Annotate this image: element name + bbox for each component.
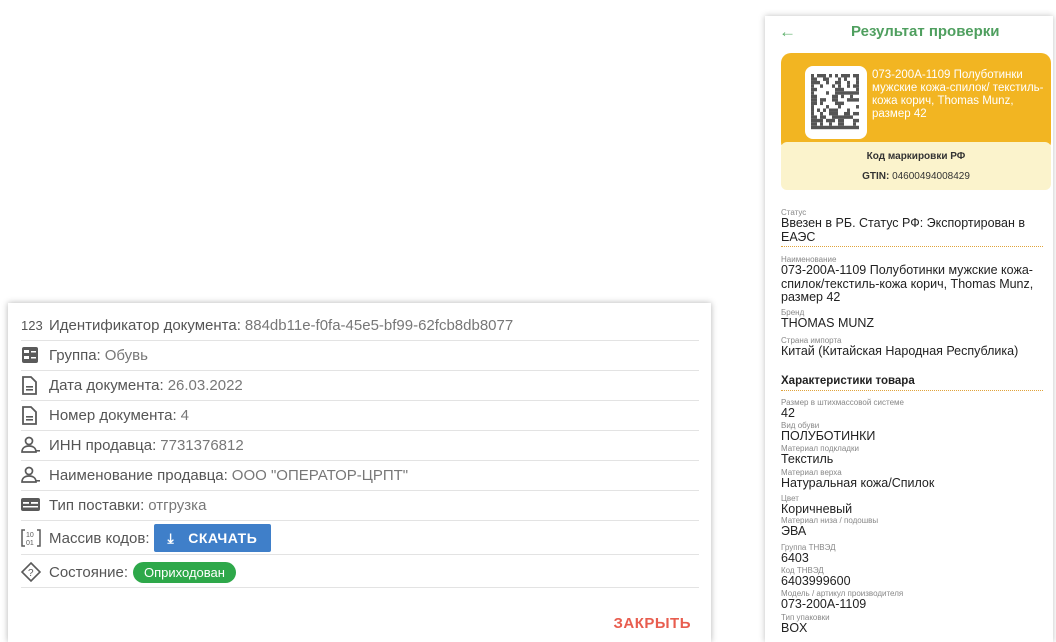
seller-name-label: Наименование продавца:: [49, 466, 228, 484]
download-button[interactable]: ⤓ СКАЧАТЬ: [153, 524, 272, 552]
row-document-number: Номер документа: 4: [21, 400, 699, 431]
field-key: Группа ТНВЭД: [781, 543, 836, 552]
field-value: Коричневый: [781, 502, 853, 516]
char-sole: Материал низа / подошвы ЭВА: [781, 516, 1043, 539]
number-icon: 123: [21, 318, 49, 332]
row-state: ? Состояние: Оприходован: [21, 557, 699, 588]
datamatrix-code-icon: [805, 66, 867, 139]
seller-name-value: ООО "ОПЕРАТОР-ЦРПТ": [231, 466, 409, 484]
download-icon: ⤓: [167, 529, 175, 546]
card-icon: [21, 498, 49, 512]
field-value: Текстиль: [781, 452, 834, 466]
char-shoe-type: Вид обуви ПОЛУБОТИНКИ: [781, 421, 1043, 444]
field-value: Китай (Китайская Народная Республика): [781, 344, 1019, 358]
marking-code-title: Код маркировки РФ: [866, 151, 966, 162]
characteristics-heading: Характеристики товара: [781, 375, 1043, 391]
gtin-value: 04600494008429: [892, 171, 970, 182]
svg-text:01: 01: [26, 540, 34, 547]
document-date-value: 26.03.2022: [167, 376, 243, 394]
field-status: Статус Ввезен в РБ. Статус РФ: Экспортир…: [781, 208, 1043, 247]
field-value: ЭВА: [781, 524, 807, 538]
row-seller-inn: ИНН продавца: 7731376812: [21, 430, 699, 461]
row-delivery-type: Тип поставки: отгрузка: [21, 490, 699, 521]
row-document-id: 123 Идентификатор документа: 884db11e-f0…: [21, 310, 699, 341]
delivery-type-label: Тип поставки:: [49, 496, 145, 514]
seller-inn-label: ИНН продавца:: [49, 436, 157, 454]
field-value: Ввезен в РБ. Статус РФ: Экспортирован в …: [781, 216, 1025, 244]
state-badge: Оприходован: [133, 561, 236, 583]
seller-inn-value: 7731376812: [160, 436, 244, 454]
document-date-label: Дата документа:: [49, 376, 164, 394]
field-value: Натуральная кожа/Спилок: [781, 476, 935, 490]
document-number-value: 4: [180, 406, 189, 424]
row-group: Группа: Обувь: [21, 340, 699, 371]
field-value: 073-200A-1109: [781, 597, 867, 611]
row-codes: 10 01 Массив кодов: ⤓ СКАЧАТЬ: [21, 522, 699, 555]
row-document-date: Дата документа: 26.03.2022: [21, 370, 699, 401]
page-title: Результат проверки: [851, 23, 1000, 40]
char-package: Тип упаковки BOX: [781, 613, 1043, 636]
svg-text:10: 10: [26, 532, 34, 539]
field-name: Наименование 073-200A-1109 Полуботинки м…: [781, 255, 1043, 305]
field-value: 6403: [781, 551, 809, 565]
gtin-label: GTIN:: [862, 171, 890, 182]
product-card: 073-200A-1109 Полуботинки мужские кожа-с…: [781, 53, 1051, 152]
svg-text:123: 123: [21, 318, 43, 332]
field-key: Тип упаковки: [781, 613, 830, 622]
field-import-country: Страна импорта Китай (Китайская Народная…: [781, 336, 1043, 359]
document-number-label: Номер документа:: [49, 406, 177, 424]
document-id-value: 884db11e-f0fa-45e5-bf99-62fcb8db8077: [244, 316, 514, 334]
char-color: Цвет Коричневый: [781, 494, 1043, 517]
field-brand: Бренд THOMAS MUNZ: [781, 308, 1043, 331]
close-button[interactable]: ЗАКРЫТЬ: [613, 615, 691, 632]
field-value: 42: [781, 406, 795, 420]
field-value: THOMAS MUNZ: [781, 316, 875, 330]
verification-screen: ← Результат проверки 073-200A-1109 Полуб…: [765, 16, 1053, 642]
app-header: ← Результат проверки: [765, 16, 1053, 50]
delivery-type-value: отгрузка: [148, 496, 207, 514]
field-value: BOX: [781, 621, 808, 635]
binary-array-icon: 10 01: [21, 528, 49, 548]
char-lining: Материал подкладки Текстиль: [781, 444, 1043, 467]
field-key: Размер в штихмассовой системе: [781, 398, 904, 407]
field-value: 073-200A-1109 Полуботинки мужские кожа-с…: [781, 263, 1034, 304]
person-icon: [21, 466, 49, 484]
char-size: Размер в штихмассовой системе 42: [781, 398, 1043, 421]
person-icon: [21, 436, 49, 454]
marking-code-box: Код маркировки РФ GTIN: 04600494008429: [781, 142, 1051, 190]
char-tnved-code: Код ТНВЭД 6403999600: [781, 566, 1043, 589]
back-arrow-icon[interactable]: ←: [779, 22, 796, 42]
char-model: Модель / артикул производителя 073-200A-…: [781, 589, 1043, 612]
group-icon: [21, 346, 49, 364]
product-title: 073-200A-1109 Полуботинки мужские кожа-с…: [872, 69, 1044, 120]
gtin-line: GTIN: 04600494008429: [781, 171, 1051, 182]
row-seller-name: Наименование продавца: ООО "ОПЕРАТОР-ЦРП…: [21, 460, 699, 491]
codes-label: Массив кодов:: [49, 529, 150, 547]
char-tnved-group: Группа ТНВЭД 6403: [781, 543, 1043, 566]
document-icon: [21, 405, 49, 425]
document-id-label: Идентификатор документа:: [49, 316, 241, 334]
download-label: СКАЧАТЬ: [188, 530, 258, 546]
field-value: ПОЛУБОТИНКИ: [781, 429, 876, 443]
state-label: Состояние:: [49, 563, 129, 581]
document-dialog: 123 Идентификатор документа: 884db11e-f0…: [8, 303, 711, 642]
char-upper: Материал верха Натуральная кожа/Спилок: [781, 468, 1043, 491]
document-icon: [21, 375, 49, 395]
group-label: Группа:: [49, 346, 101, 364]
group-value: Обувь: [104, 346, 148, 364]
svg-text:?: ?: [28, 568, 34, 579]
field-value: 6403999600: [781, 574, 851, 588]
diamond-question-icon: ?: [21, 562, 49, 582]
field-key: Материал низа / подошвы: [781, 516, 879, 525]
